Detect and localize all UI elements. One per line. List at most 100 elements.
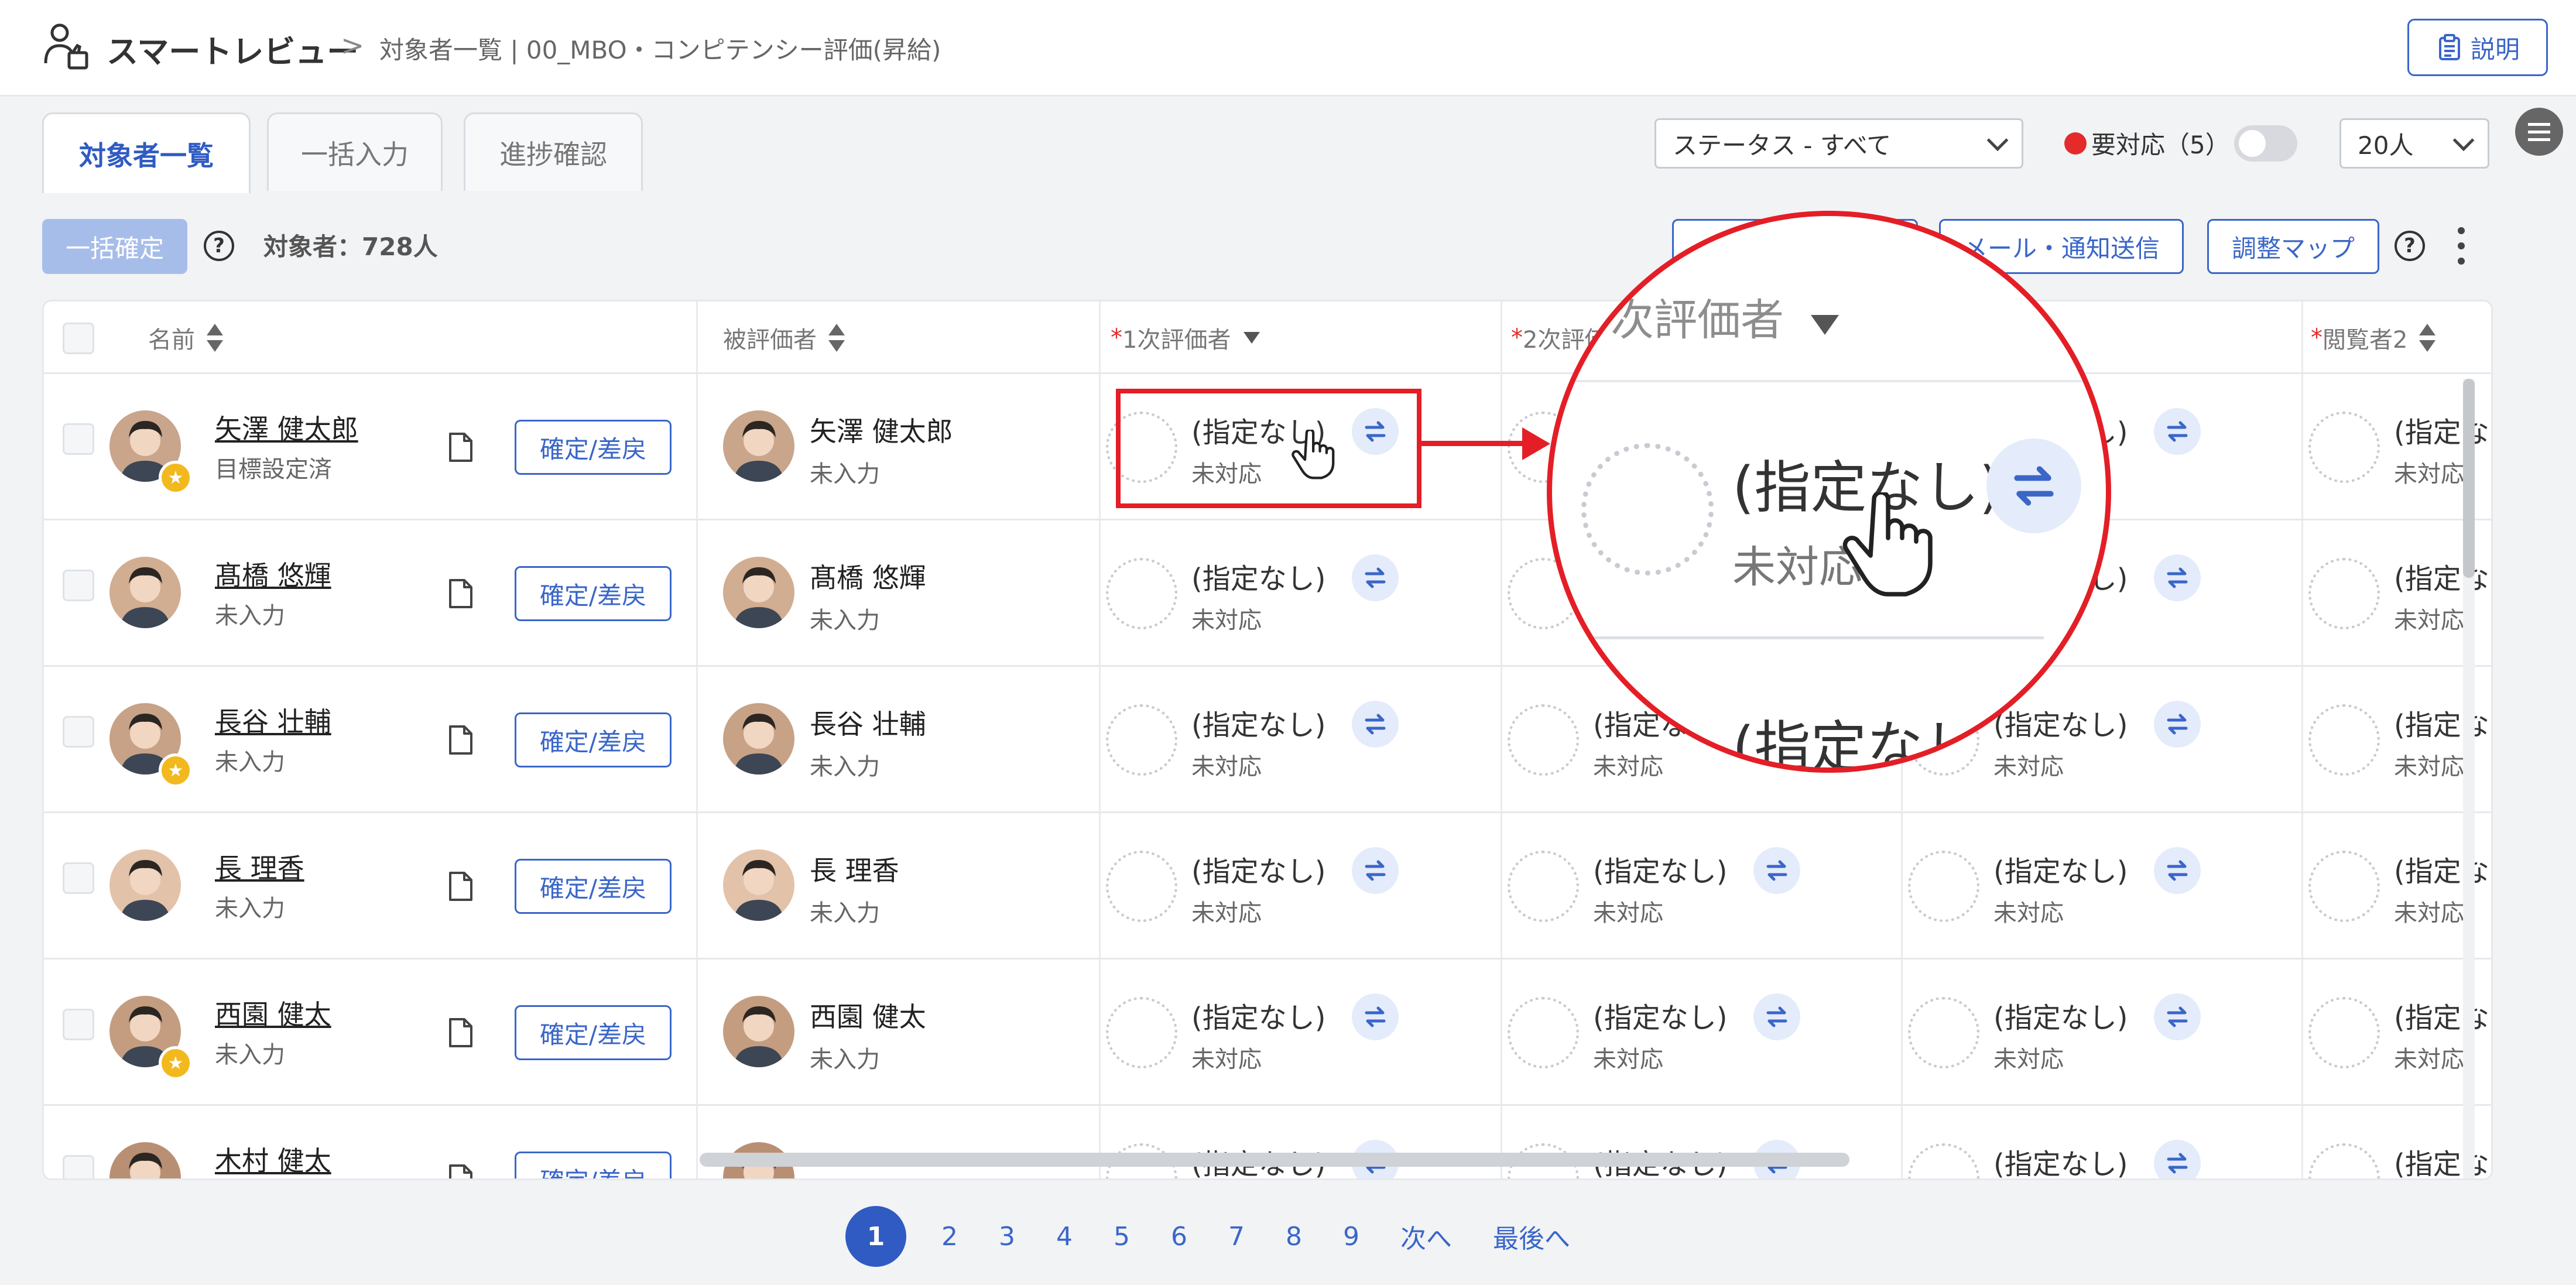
evaluator-avatar-placeholder xyxy=(1106,851,1177,922)
evaluatee-status: 未入力 xyxy=(810,607,880,634)
page-8[interactable]: 8 xyxy=(1286,1222,1302,1252)
column-header-viewer2[interactable]: * 閲覧者2 xyxy=(2311,301,2436,374)
page-3[interactable]: 3 xyxy=(999,1222,1015,1252)
tab-target-list[interactable]: 対象者一覧 xyxy=(42,112,251,193)
question-icon[interactable]: ? xyxy=(2395,231,2425,261)
adjust-map-button[interactable]: 調整マップ xyxy=(2207,219,2379,274)
vertical-scroll-thumb[interactable] xyxy=(2463,379,2475,578)
needs-action-toggle[interactable] xyxy=(2234,125,2297,162)
swap-icon[interactable] xyxy=(2154,993,2201,1040)
evaluator-unassigned: (指定なし) xyxy=(2394,1002,2491,1034)
zoom-next-unassigned: (指定なし) xyxy=(1732,715,2001,773)
needs-action-label: 要対応（5） xyxy=(2091,131,2230,159)
evaluator-unassigned: (指定なし) xyxy=(1191,855,1326,888)
highlight-box xyxy=(1116,389,1421,508)
column-header-evaluatee[interactable]: 被評価者 xyxy=(723,301,845,374)
row-checkbox[interactable] xyxy=(63,423,94,455)
toggle-knob xyxy=(2239,130,2266,157)
swap-icon[interactable] xyxy=(2154,701,2201,748)
evaluator-avatar-placeholder xyxy=(1908,851,1979,922)
document-icon[interactable] xyxy=(448,578,474,609)
target-name-link[interactable]: 矢澤 健太郎 xyxy=(215,408,358,447)
chevron-down-icon xyxy=(1986,129,2009,152)
confirm-return-button[interactable]: 確定/差戻 xyxy=(515,859,672,914)
page-4[interactable]: 4 xyxy=(1056,1222,1073,1252)
document-icon[interactable] xyxy=(448,871,474,902)
evaluator-avatar-placeholder xyxy=(2308,558,2380,629)
page-1[interactable]: 1 xyxy=(845,1206,906,1267)
evaluator-avatar-placeholder xyxy=(2308,1143,2380,1178)
page-9[interactable]: 9 xyxy=(1343,1222,1359,1252)
star-badge-icon: ★ xyxy=(159,1046,193,1080)
bulk-confirm-button[interactable]: 一括確定 xyxy=(42,219,187,274)
more-options-icon[interactable] xyxy=(2458,227,2466,265)
target-name-link[interactable]: 長谷 壮輔 xyxy=(215,701,331,739)
row-checkbox[interactable] xyxy=(63,716,94,748)
swap-icon[interactable] xyxy=(1352,993,1399,1040)
target-name-link[interactable]: 木村 健太 xyxy=(215,1140,331,1178)
swap-icon[interactable] xyxy=(1753,847,1800,894)
document-icon[interactable] xyxy=(448,724,474,756)
confirm-return-button[interactable]: 確定/差戻 xyxy=(515,420,672,475)
swap-icon[interactable] xyxy=(2154,1140,2201,1178)
app-name[interactable]: スマートレビュー xyxy=(107,26,358,72)
evaluator-status: 未対応 xyxy=(2394,753,2464,780)
swap-icon[interactable] xyxy=(1352,847,1399,894)
evaluator-unassigned: (指定なし) xyxy=(1593,855,1728,888)
evaluator-unassigned: (指定なし) xyxy=(1993,855,2128,888)
confirm-return-button[interactable]: 確定/差戻 xyxy=(515,1152,672,1178)
confirm-return-button[interactable]: 確定/差戻 xyxy=(515,712,672,767)
swap-icon[interactable] xyxy=(2154,554,2201,601)
page-size-select[interactable]: 20人 xyxy=(2339,118,2489,169)
column-header-eval1[interactable]: * 1次評価者 xyxy=(1111,301,1260,374)
document-icon[interactable] xyxy=(448,1017,474,1048)
tab-progress[interactable]: 進捗確認 xyxy=(464,112,643,191)
evaluator-avatar-placeholder xyxy=(1508,851,1579,922)
swap-icon[interactable] xyxy=(1352,701,1399,748)
confirm-return-button[interactable]: 確定/差戻 xyxy=(515,566,672,621)
question-icon[interactable]: ? xyxy=(204,231,234,261)
last-page-link[interactable]: 最後へ xyxy=(1493,1218,1570,1255)
swap-icon[interactable] xyxy=(1352,554,1399,601)
row-checkbox[interactable] xyxy=(63,1155,94,1178)
zoom-callout: 次評価者 (指定なし) 未対応 (指定なし) xyxy=(1547,211,2111,773)
select-all-checkbox[interactable] xyxy=(63,323,94,354)
swap-icon[interactable] xyxy=(1986,438,2081,533)
page-7[interactable]: 7 xyxy=(1228,1222,1245,1252)
chevron-down-icon xyxy=(2452,129,2475,152)
target-name-link[interactable]: 長 理香 xyxy=(215,847,304,886)
confirm-return-button[interactable]: 確定/差戻 xyxy=(515,1005,672,1060)
table-row: 木村 健太確定/差戻(指定なし)未対応(指定なし)未対応(指定なし)未対応(指定… xyxy=(44,1106,2491,1180)
swap-icon[interactable] xyxy=(2154,408,2201,455)
swap-icon[interactable] xyxy=(2154,847,2201,894)
target-status: 未入力 xyxy=(215,895,285,922)
hand-cursor-icon xyxy=(1292,430,1335,479)
page-2[interactable]: 2 xyxy=(941,1222,958,1252)
target-name-link[interactable]: 西園 健太 xyxy=(215,993,331,1032)
evaluatee-status: 未入力 xyxy=(810,1046,880,1073)
page-6[interactable]: 6 xyxy=(1171,1222,1187,1252)
page-5[interactable]: 5 xyxy=(1114,1222,1130,1252)
tab-bulk-input[interactable]: 一括入力 xyxy=(267,112,443,191)
document-icon[interactable] xyxy=(448,431,474,463)
arrow-line xyxy=(1421,441,1527,446)
help-button[interactable]: 説明 xyxy=(2407,19,2548,76)
row-checkbox[interactable] xyxy=(63,862,94,894)
evaluator-unassigned: (指定なし) xyxy=(2394,416,2491,449)
row-checkbox[interactable] xyxy=(63,1009,94,1040)
document-icon[interactable] xyxy=(448,1163,474,1180)
row-checkbox[interactable] xyxy=(63,570,94,601)
evaluator-avatar-placeholder xyxy=(2308,851,2380,922)
status-select-value: ステータス - すべて xyxy=(1673,131,1892,160)
evaluatee-name: 髙橋 悠輝 xyxy=(810,562,926,594)
evaluatee-name: 長谷 壮輔 xyxy=(810,708,926,740)
swap-icon[interactable] xyxy=(1753,993,1800,1040)
target-status: 未入力 xyxy=(215,1041,285,1068)
status-select[interactable]: ステータス - すべて xyxy=(1654,118,2023,169)
vertical-scrollbar[interactable] xyxy=(2463,379,2475,1178)
horizontal-scrollbar[interactable] xyxy=(700,1153,1849,1167)
next-page-link[interactable]: 次へ xyxy=(1400,1218,1452,1255)
menu-icon[interactable] xyxy=(2515,108,2563,156)
target-name-link[interactable]: 髙橋 悠輝 xyxy=(215,554,331,593)
column-header-name[interactable]: 名前 xyxy=(148,301,223,374)
